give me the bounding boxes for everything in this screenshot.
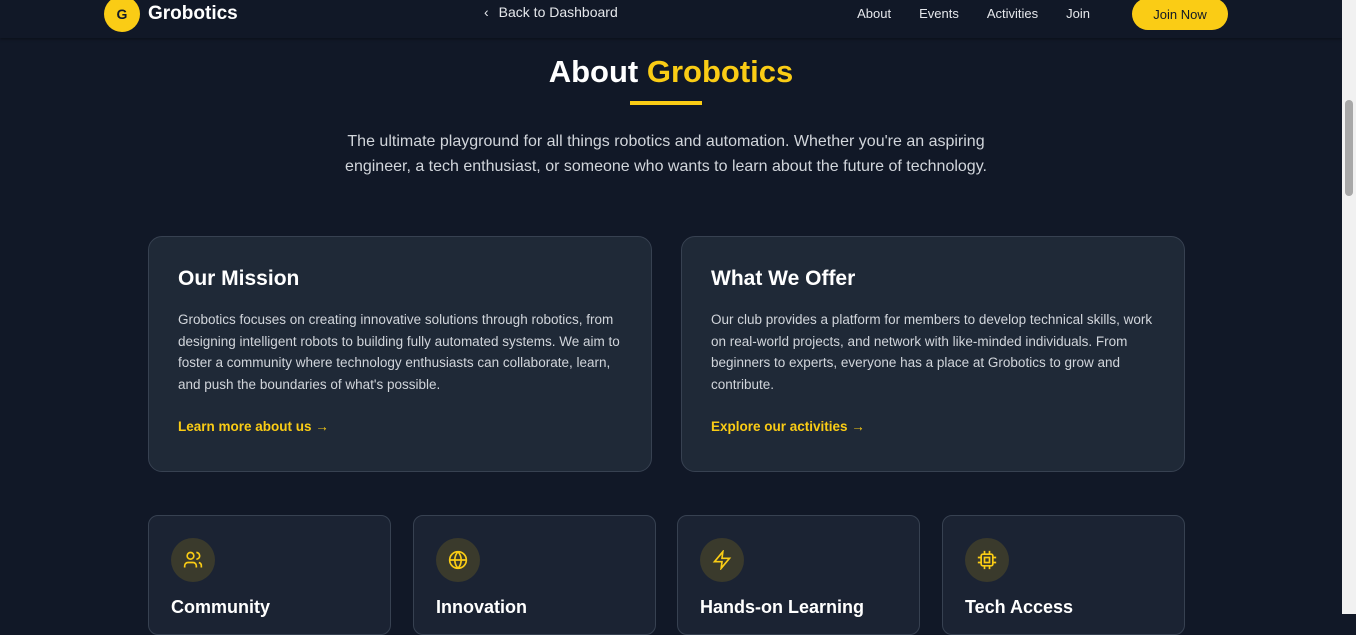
feature-title: Hands-on Learning — [700, 597, 865, 617]
explore-activities-link[interactable]: Explore our activities → — [711, 419, 1155, 434]
globe-icon — [436, 538, 480, 582]
scrollbar[interactable] — [1342, 0, 1356, 614]
back-to-dashboard-link[interactable]: ‹ Back to Dashboard — [484, 4, 628, 20]
nav-activities[interactable]: Activities — [987, 6, 1038, 21]
nav-events[interactable]: Events — [919, 6, 959, 21]
nav-about[interactable]: About — [857, 6, 891, 21]
mission-card: Our Mission Grobotics focuses on creatin… — [148, 236, 652, 472]
feature-card-innovation: Innovation — [413, 515, 656, 635]
nav-join[interactable]: Join — [1066, 6, 1090, 21]
page-title: About Grobotics — [548, 54, 794, 89]
users-icon — [171, 538, 215, 582]
top-nav: G Grobotics ‹ Back to Dashboard About Eve… — [0, 0, 1342, 38]
feature-card-hands-on: Hands-on Learning — [677, 515, 920, 635]
feature-card-community: Community — [148, 515, 391, 635]
chevron-left-icon: ‹ — [484, 4, 489, 20]
feature-title: Community — [171, 597, 270, 617]
learn-more-link[interactable]: Learn more about us → — [178, 419, 622, 434]
brand-name[interactable]: Grobotics — [148, 3, 238, 25]
feature-card-tech-access: Tech Access — [942, 515, 1185, 635]
offer-card: What We Offer Our club provides a platfo… — [681, 236, 1185, 472]
logo[interactable]: G — [104, 0, 140, 32]
feature-title: Tech Access — [965, 597, 1074, 617]
lightning-icon — [700, 538, 744, 582]
scrollbar-thumb[interactable] — [1345, 100, 1353, 196]
intro-text: The ultimate playground for all things r… — [345, 133, 987, 175]
card-body: Grobotics focuses on creating innovative… — [178, 312, 620, 392]
join-now-button[interactable]: Join Now — [1132, 0, 1228, 30]
feature-title: Innovation — [436, 597, 527, 617]
chip-icon — [965, 538, 1009, 582]
card-body: Our club provides a platform for members… — [711, 312, 1153, 392]
card-title: Our Mission — [178, 267, 300, 290]
title-underline — [630, 101, 702, 105]
card-title: What We Offer — [711, 267, 856, 290]
